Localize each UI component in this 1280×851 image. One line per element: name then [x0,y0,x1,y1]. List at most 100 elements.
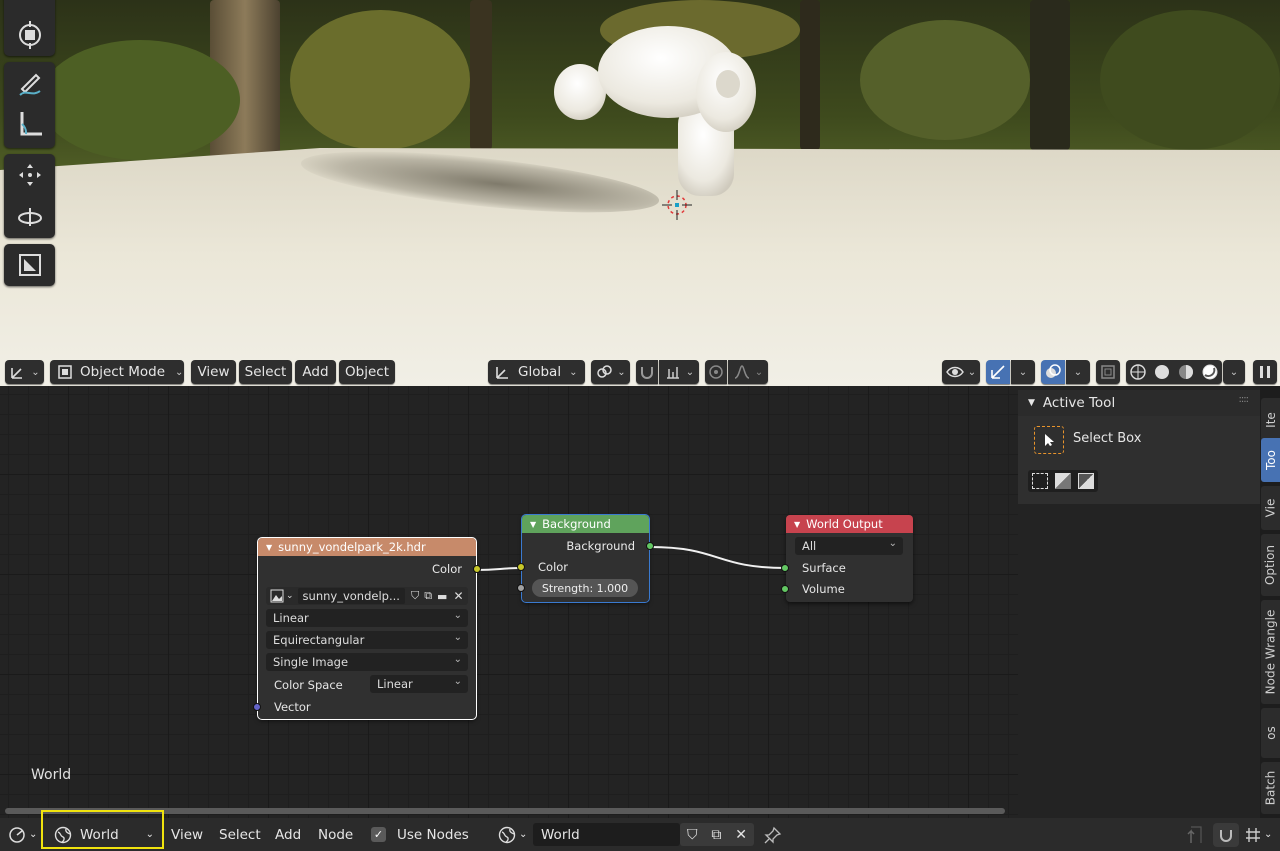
rotate-tool-button[interactable] [4,195,55,236]
pivot-dropdown[interactable]: ⌄ [591,360,630,384]
scale-tool-button[interactable] [4,244,55,285]
foliage [290,10,470,150]
tab-view[interactable]: Vie [1261,486,1280,530]
close-icon[interactable]: ✕ [453,589,463,603]
gizmo-toggle[interactable] [986,360,1010,384]
fake-user-icon[interactable]: ⛉ [411,589,419,603]
parent-node-tree-button[interactable] [1185,818,1205,851]
orientation-dropdown[interactable]: Global ⌄ [488,360,585,384]
snap-dropdown[interactable]: ⌄ [659,360,699,384]
background-node[interactable]: ▼ Background Background Color Strength: … [517,514,654,603]
collapse-icon[interactable]: ▼ [794,520,800,529]
rendered-shading-icon[interactable] [1201,363,1219,381]
editor-type-button[interactable]: ⌄ [8,818,37,851]
use-nodes-checkbox[interactable]: ✓ Use Nodes [371,818,469,851]
highlight-box [41,810,164,849]
view-menu[interactable]: View [171,818,203,851]
3d-cursor-icon[interactable] [662,190,692,220]
collapse-icon[interactable]: ▼ [266,543,272,552]
color-output-socket[interactable] [473,565,481,573]
select-menu[interactable]: Select [219,818,261,851]
cursor-tool-button[interactable] [4,14,55,55]
node-title: World Output [806,517,883,531]
subtract-selection-icon[interactable] [1078,473,1095,489]
measure-tool-button[interactable] [4,103,55,144]
tab-tool[interactable]: Too [1261,438,1280,482]
tab-options[interactable]: Option [1261,534,1280,596]
3d-viewport[interactable] [0,0,1280,386]
falloff-dropdown[interactable]: ⌄ [728,360,768,384]
node-header[interactable]: ▼ Background [522,515,649,533]
duplicate-icon[interactable]: ⧉ [424,589,432,603]
pause-render-button[interactable] [1253,360,1277,384]
snap-toggle[interactable] [1213,818,1239,851]
select-menu[interactable]: Select [239,360,292,384]
suzanne-mesh[interactable] [550,22,770,202]
source-dropdown[interactable]: Single Image ⌄ [266,653,468,671]
color-space-dropdown[interactable]: Linear ⌄ [370,675,468,693]
strength-input-socket[interactable] [517,584,525,592]
chevron-down-icon: ⌄ [519,829,528,840]
background-output-socket[interactable] [646,542,654,550]
world-output-node[interactable]: ▼ World Output All ⌄ Surface Volume [781,515,913,602]
overlays-toggle[interactable] [1041,360,1065,384]
pin-button[interactable] [764,818,782,851]
xray-toggle[interactable] [1096,360,1120,384]
mode-label: Object Mode [80,364,166,380]
material-shading-icon[interactable] [1177,363,1195,381]
editor-type-button[interactable]: ⌄ [5,360,44,384]
close-icon[interactable]: ✕ [735,827,747,843]
add-menu[interactable]: Add [295,360,336,384]
collapse-icon[interactable]: ▼ [530,520,536,529]
solid-shading-icon[interactable] [1153,363,1171,381]
annotate-tool-button[interactable] [4,62,55,103]
node-menu[interactable]: Node [318,818,353,851]
image-texture-node[interactable]: ▼ sunny_vondelpark_2k.hdr Color ⌄ sunny_… [253,537,481,720]
folder-icon[interactable]: ▬ [437,590,447,603]
projection-dropdown[interactable]: Equirectangular ⌄ [266,631,468,649]
new-selection-icon[interactable] [1031,473,1048,489]
fake-user-icon[interactable]: ⛉ [687,827,698,843]
output-label: Background [566,538,635,553]
tab-os[interactable]: os [1261,708,1280,758]
overlays-dropdown[interactable]: ⌄ [1066,360,1090,384]
xray-icon [1101,365,1115,379]
snap-element-dropdown[interactable]: ⌄ [1244,818,1272,851]
projection-value: Equirectangular [273,633,365,647]
active-tool-panel-header[interactable]: ▼ Active Tool :::: [1018,390,1260,416]
tab-node-wrangler[interactable]: Node Wrangle [1261,600,1280,704]
visibility-dropdown[interactable]: ⌄ [942,360,980,384]
node-editor[interactable]: ▼ sunny_vondelpark_2k.hdr Color ⌄ sunny_… [0,386,1018,818]
interpolation-dropdown[interactable]: Linear ⌄ [266,609,468,627]
measure-icon [20,111,42,135]
volume-input-socket[interactable] [781,585,789,593]
view-menu[interactable]: View [191,360,236,384]
target-dropdown[interactable]: All ⌄ [795,537,903,555]
image-datablock-field[interactable]: ⌄ sunny_vondelp... ⛉ ⧉ ▬ ✕ [266,587,468,605]
proportional-edit-toggle[interactable] [705,360,727,384]
select-tool-button[interactable] [4,0,55,14]
move-tool-button[interactable] [4,154,55,195]
vector-input-socket[interactable] [253,703,261,711]
snap-toggle[interactable] [636,360,658,384]
color-input-socket[interactable] [517,563,525,571]
duplicate-icon[interactable]: ⧉ [711,827,721,843]
node-header[interactable]: ▼ World Output [786,515,913,533]
add-menu[interactable]: Add [275,818,301,851]
tab-item[interactable]: Ite [1261,398,1280,442]
gizmo-dropdown[interactable]: ⌄ [1011,360,1035,384]
surface-input-socket[interactable] [781,564,789,572]
shading-dropdown[interactable]: ⌄ [1223,360,1245,384]
world-name-field[interactable]: World [533,823,680,846]
drag-handle-icon[interactable]: :::: [1239,394,1250,405]
extend-selection-icon[interactable] [1054,473,1071,489]
object-menu[interactable]: Object [339,360,395,384]
toolbar-annotate-group [4,62,55,148]
select-box-tool[interactable] [1034,426,1064,454]
node-header[interactable]: ▼ sunny_vondelpark_2k.hdr [258,538,476,556]
tab-batch[interactable]: Batch [1261,762,1280,814]
strength-field[interactable]: Strength: 1.000 [532,579,638,597]
world-browse-dropdown[interactable]: ⌄ [498,818,527,851]
wireframe-shading-icon[interactable] [1129,363,1147,381]
mode-dropdown[interactable]: Object Mode ⌄ [50,360,184,384]
